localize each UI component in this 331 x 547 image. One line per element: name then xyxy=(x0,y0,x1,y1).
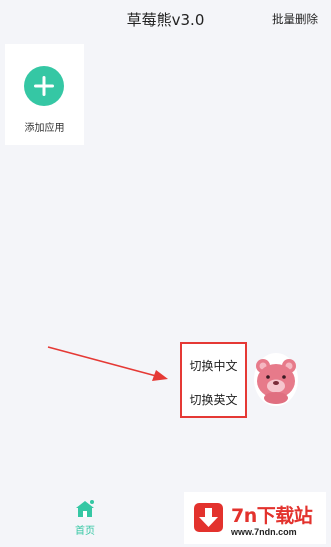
watermark-site-name: 7n下载站 xyxy=(231,505,313,527)
annotation-arrow-icon xyxy=(47,346,168,381)
tab-home[interactable]: 首页 xyxy=(66,496,104,537)
download-arrow-icon xyxy=(194,503,223,532)
switch-english-option[interactable]: 切换英文 xyxy=(182,391,245,408)
switch-chinese-option[interactable]: 切换中文 xyxy=(182,357,245,374)
strawberry-bear-avatar-icon[interactable] xyxy=(254,353,298,406)
site-watermark: 7n下载站 www.7ndn.com xyxy=(184,492,326,544)
home-icon xyxy=(76,500,94,517)
language-menu: 切换中文 切换英文 xyxy=(180,342,247,418)
watermark-site-url: www.7ndn.com xyxy=(231,527,297,537)
tab-home-label: 首页 xyxy=(75,526,95,537)
